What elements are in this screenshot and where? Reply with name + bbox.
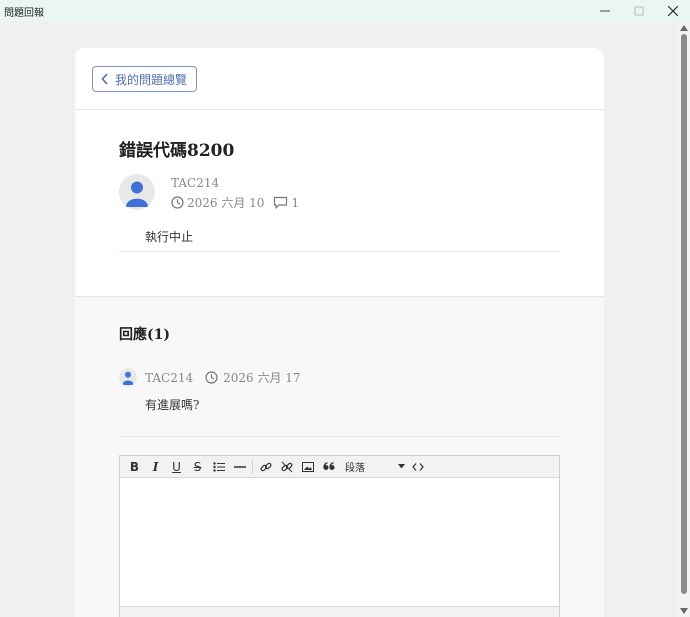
user-avatar-icon: [122, 371, 134, 385]
italic-icon: I: [152, 459, 159, 474]
clock-icon: [171, 196, 184, 209]
strikethrough-button[interactable]: S: [187, 457, 208, 477]
editor-statusbar: [120, 606, 559, 617]
code-icon: [411, 462, 424, 471]
bold-icon: B: [129, 459, 140, 474]
issue-meta: 2026 六月 10 1: [171, 194, 299, 211]
reply-date: 2026 六月 17: [223, 371, 301, 385]
window-title: 問題回報: [4, 7, 44, 19]
close-button[interactable]: [656, 0, 690, 22]
link-icon: [260, 462, 271, 471]
format-select-value: 段落: [345, 463, 365, 474]
back-button-label: 我的問題總覽: [115, 72, 188, 87]
strikethrough-icon: S: [193, 459, 202, 474]
comment-icon: [274, 196, 288, 209]
underline-button[interactable]: U: [166, 457, 187, 477]
card-header: 我的問題總覽: [75, 48, 604, 110]
issue-body: 執行中止: [145, 230, 194, 244]
comment-count: 1: [291, 195, 300, 210]
chevron-left-icon: [101, 73, 108, 85]
italic-button[interactable]: I: [145, 457, 166, 477]
scrollbar-thumb[interactable]: [681, 34, 687, 594]
code-view-button[interactable]: [407, 457, 428, 477]
reply-editor: B I U S 段落: [119, 455, 560, 617]
divider: [119, 251, 560, 252]
maximize-icon: [634, 6, 644, 16]
clock-icon: [205, 371, 218, 384]
avatar: [119, 174, 155, 210]
underline-icon: U: [172, 459, 181, 474]
horizontal-rule-button[interactable]: [229, 457, 250, 477]
reply-text-area[interactable]: [120, 478, 559, 606]
bullet-list-button[interactable]: [208, 457, 229, 477]
image-button[interactable]: [297, 457, 318, 477]
issue-post: 錯誤代碼8200 TAC214 2026 六月 10 1 執行中止: [75, 110, 604, 296]
divider: [119, 436, 560, 437]
image-icon: [301, 461, 314, 472]
scroll-down-icon[interactable]: [680, 607, 688, 615]
reply-author: TAC214: [145, 370, 194, 385]
caret-down-icon: [398, 464, 405, 469]
quote-button[interactable]: [318, 457, 339, 477]
back-to-issues-button[interactable]: 我的問題總覽: [92, 66, 198, 92]
reply-meta: TAC214 2026 六月 17: [145, 369, 301, 386]
minimize-button[interactable]: [588, 0, 622, 22]
scroll-up-icon[interactable]: [680, 24, 688, 32]
format-select[interactable]: 段落: [341, 458, 407, 476]
window-titlebar: 問題回報: [0, 0, 690, 22]
issue-card: 我的問題總覽 錯誤代碼8200 TAC214 2026 六月 10 1 執行中止…: [75, 48, 604, 617]
close-icon: [668, 6, 678, 16]
replies-section: 回應(1) TAC214 2026 六月 17 有進展嗎? B I U S 段落: [75, 296, 604, 617]
issue-title: 錯誤代碼8200: [119, 141, 235, 161]
toolbar-separator: [252, 459, 253, 474]
unlink-button[interactable]: [276, 457, 297, 477]
issue-author: TAC214: [171, 176, 220, 190]
editor-toolbar: B I U S 段落: [120, 456, 559, 478]
horizontal-rule-icon: [233, 465, 246, 468]
vertical-scrollbar[interactable]: [678, 22, 690, 617]
issue-date: 2026 六月 10: [187, 196, 265, 210]
bold-button[interactable]: B: [124, 457, 145, 477]
reply-body: 有進展嗎?: [145, 398, 200, 412]
minimize-icon: [600, 10, 610, 12]
avatar: [119, 368, 137, 386]
user-avatar-icon: [126, 181, 148, 207]
link-button[interactable]: [255, 457, 276, 477]
quote-icon: [322, 461, 334, 470]
bullet-list-icon: [212, 461, 225, 472]
unlink-icon: [281, 461, 292, 472]
maximize-button[interactable]: [622, 0, 656, 22]
replies-heading: 回應(1): [119, 327, 170, 343]
